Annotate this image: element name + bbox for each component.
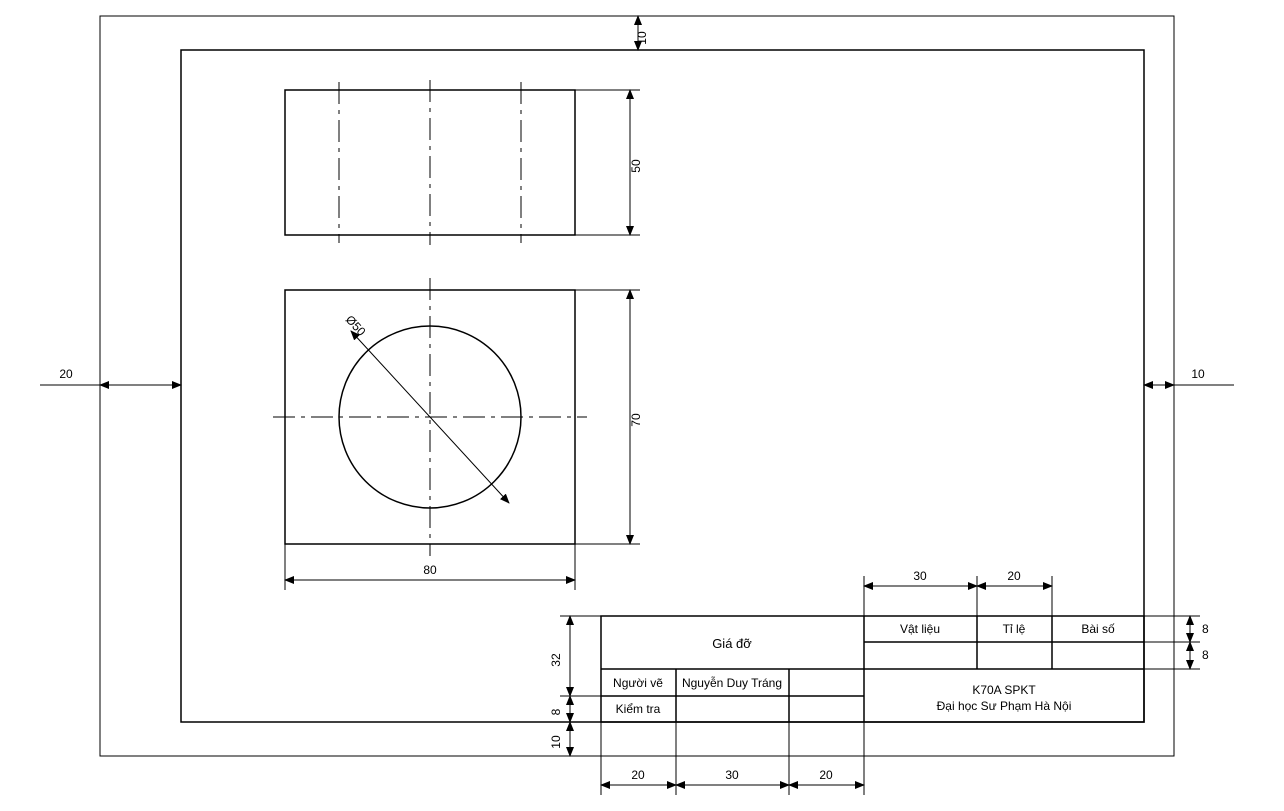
- dim-margin-right: 10: [1144, 367, 1234, 385]
- svg-text:10: 10: [549, 735, 563, 749]
- dim-front-height-text: 50: [629, 159, 643, 173]
- svg-text:30: 30: [913, 569, 927, 583]
- svg-text:20: 20: [819, 768, 833, 782]
- dim-tb-cols: 20 30 20: [601, 722, 864, 795]
- outer-frame: [100, 16, 1174, 756]
- svg-text:20: 20: [1007, 569, 1021, 583]
- dim-margin-left: 20: [40, 367, 181, 385]
- dim-margin-top-text: 10: [635, 31, 649, 45]
- hdr-exercise: Bài số: [1081, 622, 1115, 636]
- dim-top-height-text: 70: [629, 413, 643, 427]
- dim-margin-right-text: 10: [1191, 367, 1205, 381]
- label-check: Kiểm tra: [616, 702, 661, 716]
- dim-tb-rcols: 30 20: [864, 569, 1052, 616]
- hdr-material: Vật liệu: [900, 622, 940, 636]
- value-drawn: Nguyễn Duy Tráng: [682, 675, 782, 690]
- label-drawn: Người vẽ: [613, 676, 663, 690]
- dim-tb-rrows: 8 8: [1144, 616, 1209, 669]
- dim-tb-row32: 32: [549, 616, 601, 696]
- svg-text:30: 30: [725, 768, 739, 782]
- dim-diameter-text: Ø50: [343, 312, 369, 338]
- top-view: Ø50: [273, 278, 587, 556]
- title-part-name: Giá đỡ: [712, 636, 752, 651]
- svg-text:8: 8: [549, 708, 563, 715]
- svg-text:8: 8: [1202, 648, 1209, 662]
- dim-margin-top: 10: [635, 16, 649, 50]
- svg-text:20: 20: [631, 768, 645, 782]
- institution-1: K70A SPKT: [972, 683, 1036, 697]
- technical-drawing: 10 20 10 50 Ø50: [0, 0, 1284, 811]
- svg-text:8: 8: [1202, 622, 1209, 636]
- front-view: [285, 80, 575, 245]
- institution-2: Đại học Sư Phạm Hà Nội: [937, 699, 1072, 713]
- hdr-scale: Tỉ lệ: [1003, 622, 1026, 636]
- title-block: Giá đỡ Người vẽ Nguyễn Duy Tráng Kiểm tr…: [601, 616, 1144, 722]
- dim-tb-row8: 8: [549, 696, 601, 722]
- svg-text:32: 32: [549, 653, 563, 667]
- dim-margin-left-text: 20: [59, 367, 73, 381]
- dim-tb-gap10: 10: [549, 722, 601, 756]
- dim-top-width-text: 80: [423, 563, 437, 577]
- dim-front-height: 50: [575, 90, 643, 235]
- inner-frame: [181, 50, 1144, 722]
